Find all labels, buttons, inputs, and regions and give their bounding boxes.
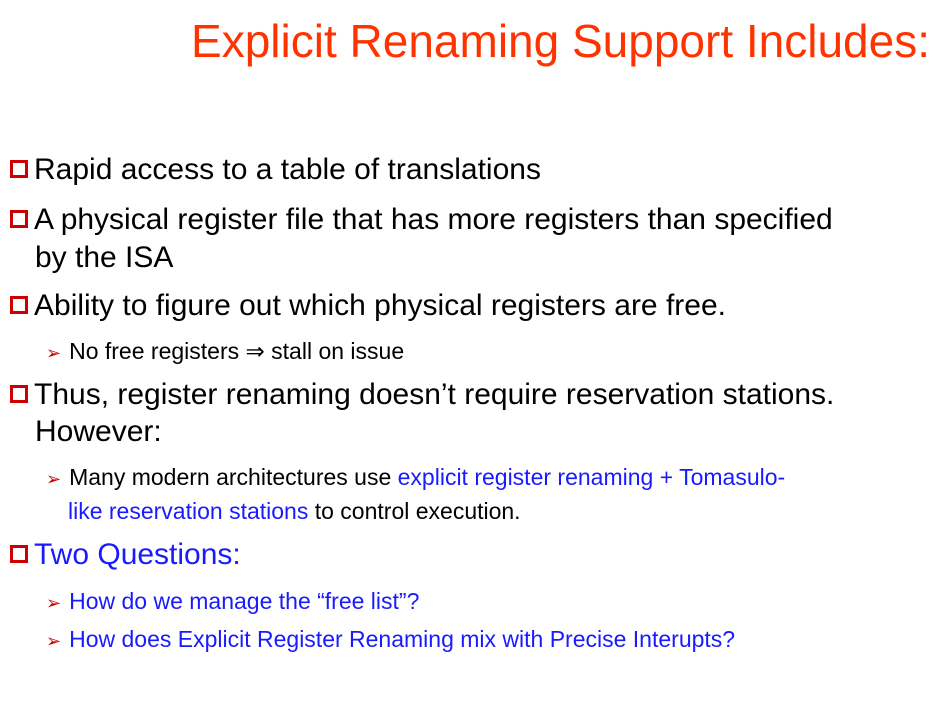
arrow-bullet-icon: ➢	[46, 593, 62, 613]
sub-bullet-modern-architectures: ➢ Many modern architectures use explicit …	[46, 464, 786, 490]
sub-bullet-free-list: ➢ How do we manage the “free list”?	[46, 588, 420, 614]
sub-bullet-precise-interrupts: ➢ How does Explicit Register Renaming mix…	[46, 626, 736, 652]
checkbox-bullet-icon	[10, 296, 28, 314]
bullet-register-renaming-cont: However:	[35, 415, 162, 448]
checkbox-bullet-icon	[10, 160, 28, 178]
checkbox-bullet-icon	[10, 210, 28, 228]
sub-bullet-stall-on-issue: ➢ No free registers ⇒ stall on issue	[46, 338, 405, 364]
bullet-register-renaming: Thus, register renaming doesn’t require …	[10, 377, 834, 413]
bullet-physical-register-file: A physical register file that has more r…	[10, 202, 833, 238]
bullet-free-registers: Ability to figure out which physical reg…	[10, 288, 726, 324]
arrow-bullet-icon: ➢	[46, 631, 62, 651]
arrow-bullet-icon: ➢	[46, 469, 62, 489]
checkbox-bullet-icon	[10, 545, 28, 563]
bullet-two-questions: Two Questions:	[10, 537, 241, 573]
bullet-physical-register-file-cont: by the ISA	[35, 241, 174, 274]
arrow-bullet-icon: ➢	[46, 343, 62, 363]
sub-bullet-modern-architectures-cont: like reservation stations to control exe…	[68, 498, 521, 524]
bullet-rapid-access: Rapid access to a table of translations	[10, 152, 541, 188]
checkbox-bullet-icon	[10, 385, 28, 403]
slide-title: Explicit Renaming Support Includes:	[191, 15, 930, 67]
